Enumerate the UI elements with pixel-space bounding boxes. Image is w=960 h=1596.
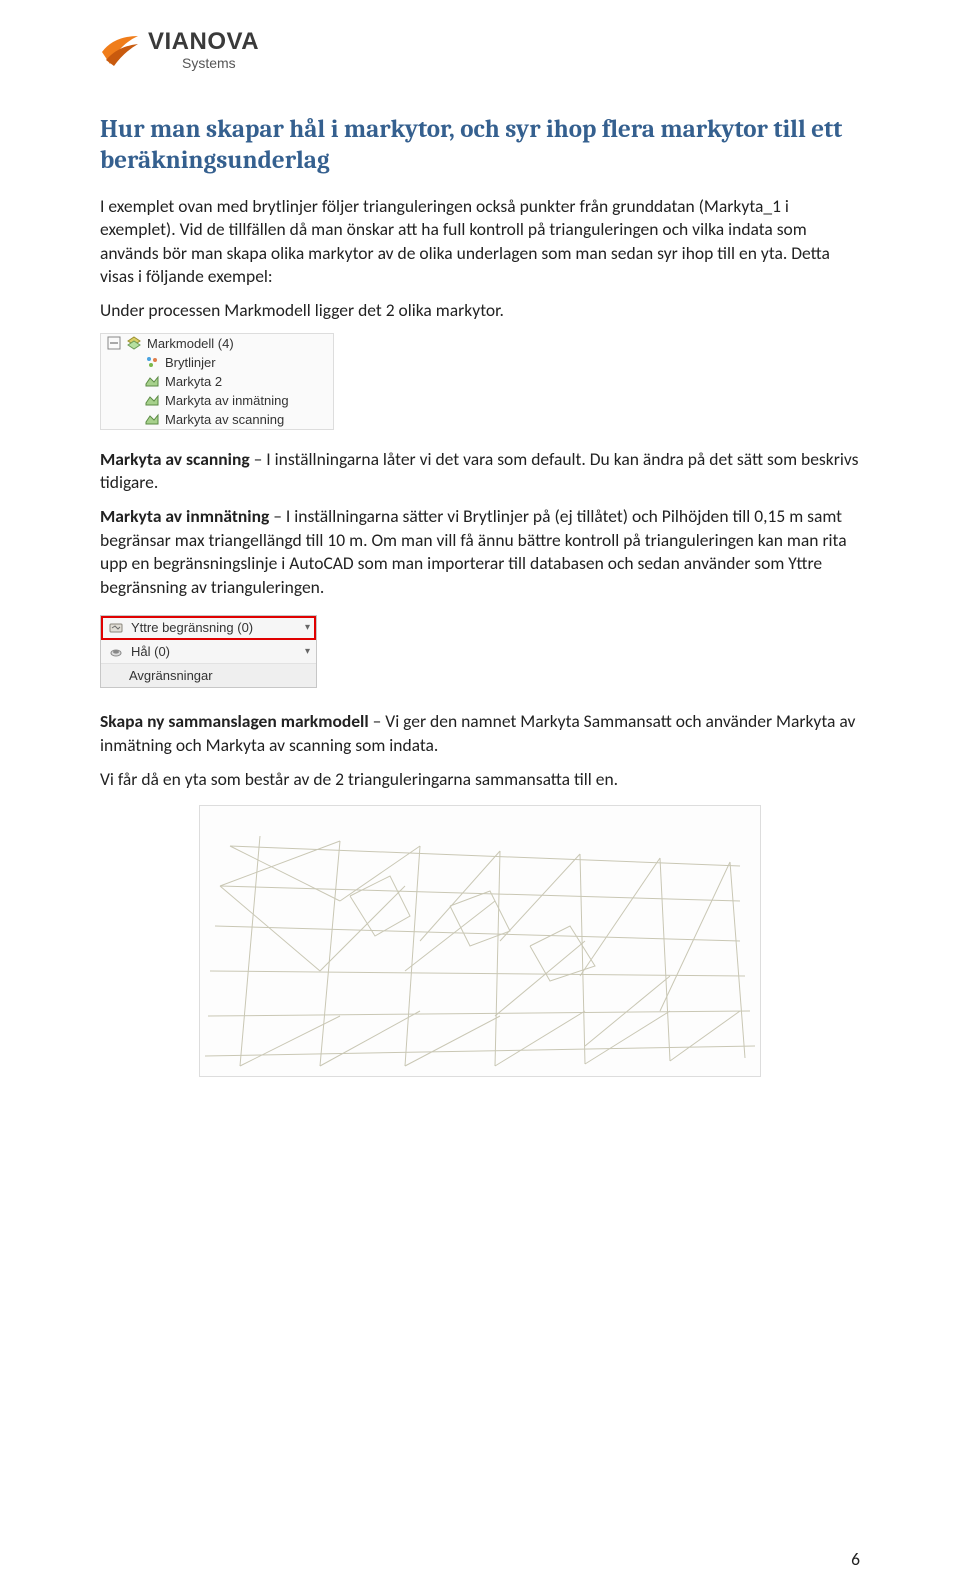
paragraph-2: Under processen Markmodell ligger det 2 …	[100, 299, 860, 323]
paragraph-4: Markyta av inmnätning – I inställningarn…	[100, 505, 860, 600]
tree-item: Markyta 2	[101, 372, 333, 391]
tree-item-label: Markyta av scanning	[165, 412, 284, 427]
begransning-panel: Yttre begränsning (0) ▾ Hål (0) ▾ Avgrän…	[100, 615, 317, 688]
layers-icon	[127, 336, 141, 350]
paragraph-1: I exemplet ovan med brytlinjer följer tr…	[100, 195, 860, 290]
paragraph-3: Markyta av scanning – I inställningarna …	[100, 448, 860, 495]
page-title: Hur man skapar hål i markytor, och syr i…	[100, 114, 860, 177]
boundary-icon	[109, 621, 123, 635]
dots-icon	[145, 355, 159, 369]
tree-item: Markyta av scanning	[101, 410, 333, 429]
yttre-label: Yttre begränsning (0)	[131, 620, 253, 635]
paragraph-6: Vi får då en yta som består av de 2 tria…	[100, 768, 860, 792]
surface-icon	[145, 393, 159, 407]
hole-icon	[109, 645, 123, 659]
tree-root-label: Markmodell (4)	[147, 336, 234, 351]
minus-box-icon	[107, 336, 121, 350]
brand-logo: VIANOVA Systems	[100, 30, 860, 70]
tree-item: Brytlinjer	[101, 353, 333, 372]
hal-row: Hål (0) ▾	[101, 640, 316, 664]
tree-item-label: Markyta 2	[165, 374, 222, 389]
brand-subtitle: Systems	[148, 56, 259, 70]
surface-icon	[145, 412, 159, 426]
avgransningar-row: Avgränsningar	[101, 664, 316, 687]
hal-label: Hål (0)	[131, 644, 170, 659]
markmodell-tree-panel: Markmodell (4) Brytlinjer Markyta 2 Mark…	[100, 333, 334, 430]
page-number: 6	[851, 1548, 860, 1570]
paragraph-5-lead: Skapa ny sammanslagen markmodell	[100, 710, 369, 732]
swoosh-icon	[100, 30, 140, 70]
brand-name: VIANOVA	[148, 30, 259, 54]
paragraph-3-lead: Markyta av scanning	[100, 448, 250, 470]
chevron-down-icon: ▾	[305, 646, 310, 657]
tree-root-row: Markmodell (4)	[101, 334, 333, 353]
tree-item-label: Brytlinjer	[165, 355, 216, 370]
tree-item-label: Markyta av inmätning	[165, 393, 289, 408]
triangulated-surface-illustration	[199, 805, 761, 1077]
paragraph-5: Skapa ny sammanslagen markmodell – Vi ge…	[100, 710, 860, 757]
surface-icon	[145, 374, 159, 388]
chevron-down-icon: ▾	[305, 622, 310, 633]
tree-item: Markyta av inmätning	[101, 391, 333, 410]
yttre-begransning-row: Yttre begränsning (0) ▾	[101, 616, 316, 640]
paragraph-4-lead: Markyta av inmnätning	[100, 505, 269, 527]
avgr-label: Avgränsningar	[129, 668, 213, 683]
